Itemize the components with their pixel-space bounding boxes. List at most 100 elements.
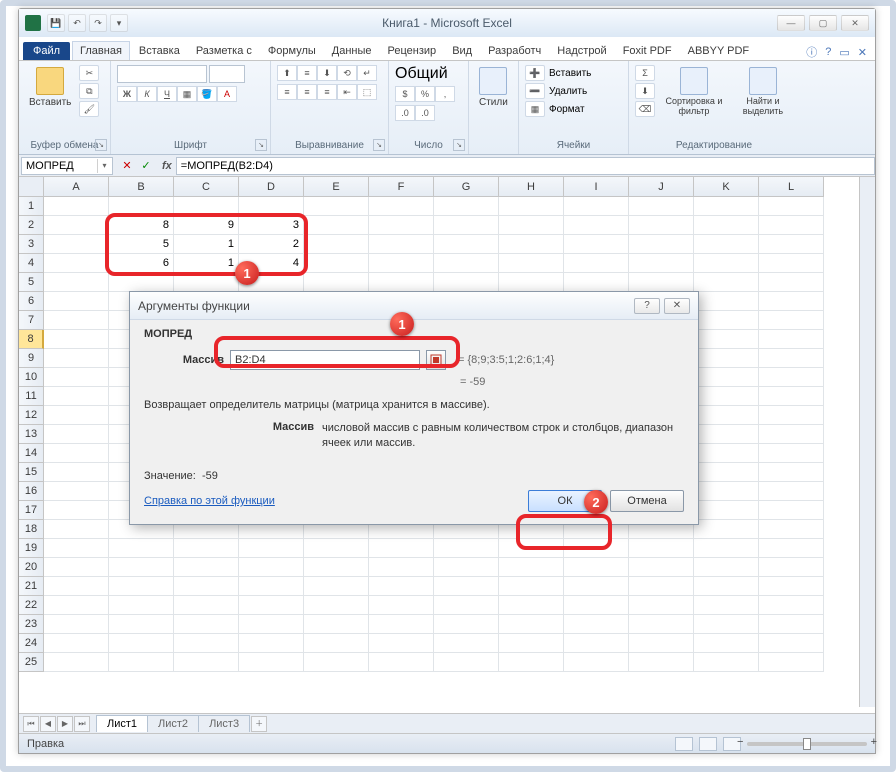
cell[interactable]: [694, 539, 759, 558]
cell[interactable]: [44, 292, 109, 311]
paste-button[interactable]: Вставить: [25, 65, 75, 110]
tab-addins[interactable]: Надстрой: [550, 42, 613, 60]
row-header[interactable]: 6: [19, 292, 44, 311]
col-header[interactable]: L: [759, 177, 824, 197]
cell[interactable]: [629, 235, 694, 254]
cell[interactable]: [44, 387, 109, 406]
cell[interactable]: [174, 615, 239, 634]
cell[interactable]: [44, 539, 109, 558]
cell[interactable]: [239, 558, 304, 577]
col-header[interactable]: E: [304, 177, 369, 197]
formula-input[interactable]: =МОПРЕД(B2:D4): [176, 157, 875, 175]
name-box-dropdown-icon[interactable]: ▾: [97, 159, 111, 173]
cell[interactable]: [759, 463, 824, 482]
cell[interactable]: 8: [109, 216, 174, 235]
cell[interactable]: [629, 634, 694, 653]
cell[interactable]: [759, 235, 824, 254]
cell[interactable]: [694, 254, 759, 273]
cell[interactable]: [304, 254, 369, 273]
qat-save-icon[interactable]: 💾: [47, 14, 65, 32]
help-icon[interactable]: ?: [825, 46, 831, 58]
cell[interactable]: [499, 615, 564, 634]
cell[interactable]: [44, 615, 109, 634]
cell[interactable]: [694, 501, 759, 520]
row-header[interactable]: 10: [19, 368, 44, 387]
row-header[interactable]: 5: [19, 273, 44, 292]
insert-cells-icon[interactable]: ➕: [525, 65, 545, 81]
cell[interactable]: [304, 216, 369, 235]
row-header[interactable]: 7: [19, 311, 44, 330]
cell[interactable]: [44, 577, 109, 596]
cell[interactable]: [759, 634, 824, 653]
cell[interactable]: [174, 558, 239, 577]
cell[interactable]: [304, 558, 369, 577]
cell[interactable]: [44, 463, 109, 482]
qat-dropdown-icon[interactable]: ▾: [110, 14, 128, 32]
col-header[interactable]: I: [564, 177, 629, 197]
bold-button[interactable]: Ж: [117, 86, 137, 102]
cell[interactable]: [759, 425, 824, 444]
row-header[interactable]: 19: [19, 539, 44, 558]
cell[interactable]: [564, 235, 629, 254]
alignment-launcher[interactable]: ↘: [373, 139, 385, 151]
cell[interactable]: [174, 273, 239, 292]
percent-icon[interactable]: %: [415, 86, 435, 102]
cell[interactable]: [304, 197, 369, 216]
row-header[interactable]: 14: [19, 444, 44, 463]
row-header[interactable]: 18: [19, 520, 44, 539]
cell[interactable]: [174, 596, 239, 615]
cell[interactable]: [109, 558, 174, 577]
align-middle-icon[interactable]: ≡: [297, 65, 317, 81]
tab-home[interactable]: Главная: [72, 41, 130, 60]
formula-enter-icon[interactable]: ✓: [137, 157, 155, 175]
col-header[interactable]: F: [369, 177, 434, 197]
sheet-nav-last-icon[interactable]: ⏭: [74, 716, 90, 732]
window-restore-icon[interactable]: ▭: [839, 46, 849, 59]
row-header[interactable]: 24: [19, 634, 44, 653]
cell[interactable]: [109, 577, 174, 596]
vertical-scrollbar[interactable]: [859, 177, 875, 707]
cell[interactable]: [434, 615, 499, 634]
cell[interactable]: [44, 273, 109, 292]
row-header[interactable]: 3: [19, 235, 44, 254]
cell[interactable]: 1: [174, 235, 239, 254]
cell[interactable]: [369, 596, 434, 615]
cell[interactable]: [629, 216, 694, 235]
cell[interactable]: [434, 235, 499, 254]
row-header[interactable]: 4: [19, 254, 44, 273]
cell[interactable]: [759, 368, 824, 387]
cell[interactable]: [369, 558, 434, 577]
orientation-icon[interactable]: ⟲: [337, 65, 357, 81]
cell[interactable]: [369, 216, 434, 235]
cell[interactable]: [174, 653, 239, 672]
cell[interactable]: [369, 235, 434, 254]
view-layout-icon[interactable]: [699, 737, 717, 751]
cell[interactable]: [694, 235, 759, 254]
cell[interactable]: [759, 520, 824, 539]
fx-icon[interactable]: fx: [162, 160, 172, 172]
font-launcher[interactable]: ↘: [255, 139, 267, 151]
row-header[interactable]: 13: [19, 425, 44, 444]
cell[interactable]: [44, 596, 109, 615]
sheet-tab[interactable]: Лист2: [147, 715, 199, 732]
copy-icon[interactable]: ⧉: [79, 83, 99, 99]
cell[interactable]: [759, 596, 824, 615]
delete-cells-icon[interactable]: ➖: [525, 83, 545, 99]
cell[interactable]: [109, 653, 174, 672]
cell[interactable]: [44, 216, 109, 235]
cell[interactable]: [759, 216, 824, 235]
cell[interactable]: [499, 235, 564, 254]
qat-redo-icon[interactable]: ↷: [89, 14, 107, 32]
dialog-help-icon[interactable]: ?: [634, 298, 660, 314]
cell[interactable]: [499, 216, 564, 235]
cell[interactable]: [694, 596, 759, 615]
clipboard-launcher[interactable]: ↘: [95, 139, 107, 151]
row-header[interactable]: 23: [19, 615, 44, 634]
font-color-button[interactable]: A: [217, 86, 237, 102]
row-header[interactable]: 22: [19, 596, 44, 615]
arg-input[interactable]: B2:D4: [230, 350, 420, 370]
tab-view[interactable]: Вид: [445, 42, 479, 60]
tab-formulas[interactable]: Формулы: [261, 42, 323, 60]
sheet-nav-next-icon[interactable]: ▶: [57, 716, 73, 732]
cell[interactable]: [759, 254, 824, 273]
